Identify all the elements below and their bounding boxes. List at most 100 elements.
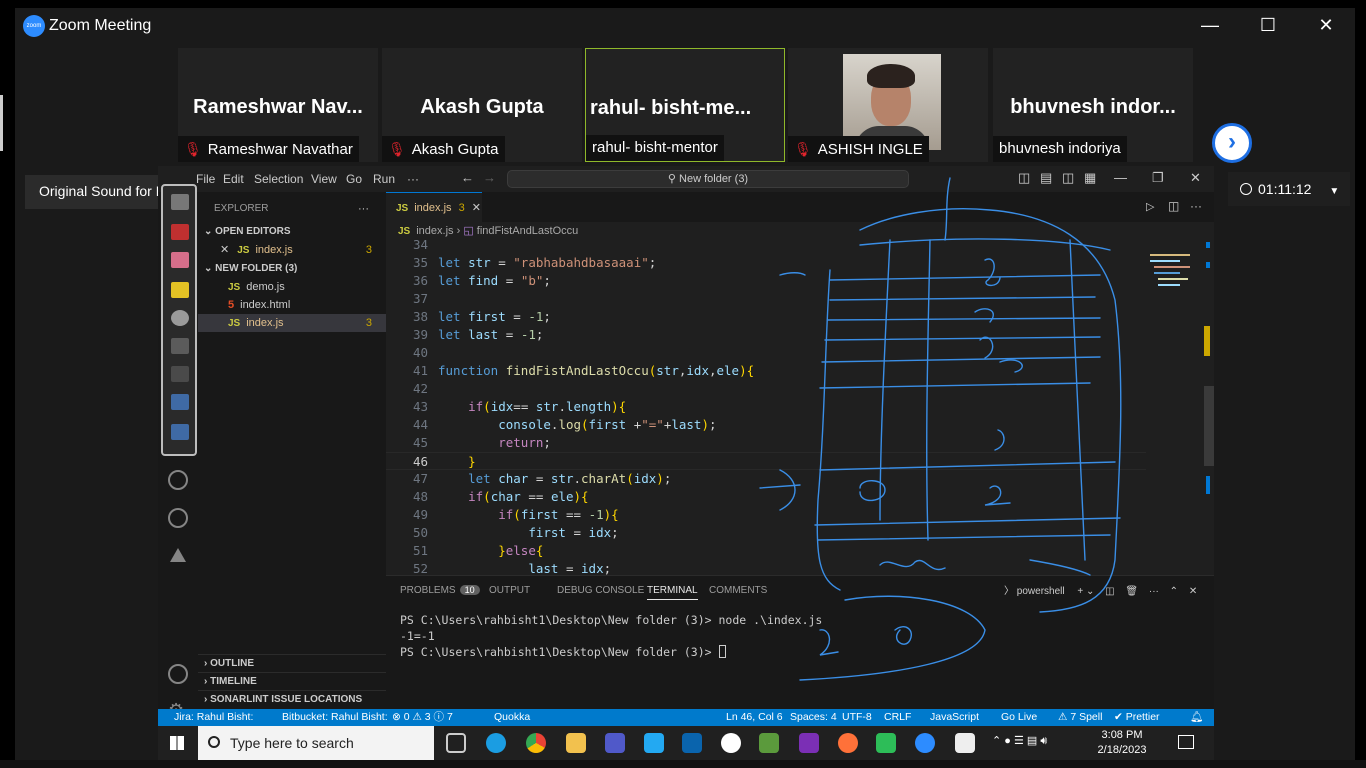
- toggle-secondary-sidebar-icon[interactable]: ◫: [1062, 170, 1074, 186]
- code-line[interactable]: 34: [386, 240, 1146, 254]
- git-graph-icon[interactable]: [168, 508, 188, 528]
- outline-section[interactable]: › OUTLINE: [198, 654, 386, 672]
- status-indentation[interactable]: Spaces: 4: [790, 709, 837, 726]
- maximize-panel-icon[interactable]: ⌃: [1170, 586, 1178, 597]
- status-quokka[interactable]: Quokka: [494, 709, 530, 726]
- code-line[interactable]: 46 }: [386, 452, 1146, 470]
- sublime-icon[interactable]: [876, 733, 896, 753]
- status-jira[interactable]: Jira: Rahul Bisht:: [174, 709, 253, 726]
- participant-tile[interactable]: bhuvnesh indor... bhuvnesh indoriya: [993, 48, 1193, 162]
- chrome-browser-icon[interactable]: [526, 733, 546, 753]
- code-line[interactable]: 42: [386, 380, 1146, 398]
- notifications-bell-icon[interactable]: 🔔︎: [1190, 709, 1203, 726]
- system-tray-icons[interactable]: ⌃ ● ☰ ▤ 🔊︎: [992, 734, 1047, 748]
- vscode-minimize-button[interactable]: —: [1114, 170, 1127, 185]
- code-line[interactable]: 45 return;: [386, 434, 1146, 452]
- editor-more-icon[interactable]: ···: [1190, 199, 1202, 213]
- participant-tile[interactable]: Akash Gupta 🎙︎ Akash Gupta: [382, 48, 582, 162]
- status-language[interactable]: JavaScript: [930, 709, 979, 726]
- teams-icon[interactable]: [605, 733, 625, 753]
- code-line[interactable]: 37: [386, 290, 1146, 308]
- status-go-live[interactable]: Go Live: [1001, 709, 1037, 726]
- breadcrumb-file[interactable]: index.js: [416, 225, 453, 237]
- pointer-icon[interactable]: [171, 310, 189, 326]
- tab-terminal[interactable]: TERMINAL: [647, 585, 698, 600]
- status-spell[interactable]: ⚠ 7 Spell: [1058, 709, 1102, 726]
- red-pen-icon[interactable]: [171, 224, 189, 240]
- vscode-taskbar-icon[interactable]: [644, 733, 664, 753]
- file-item[interactable]: 5 index.html: [198, 296, 386, 314]
- breadcrumb-symbol[interactable]: findFistAndLastOccu: [477, 225, 579, 237]
- menu-file[interactable]: File: [196, 172, 215, 186]
- timeline-section[interactable]: › TIMELINE: [198, 672, 386, 690]
- open-editors-header[interactable]: ⌄ OPEN EDITORS: [198, 223, 386, 241]
- menu-run[interactable]: Run: [373, 172, 395, 186]
- code-line[interactable]: 41 function findFistAndLastOccu(str,idx,e…: [386, 362, 1146, 380]
- eraser-icon[interactable]: [171, 252, 189, 268]
- firefox-icon[interactable]: [838, 733, 858, 753]
- editor-scrollbar[interactable]: [1202, 240, 1214, 570]
- status-prettier[interactable]: ✔ Prettier: [1114, 709, 1160, 726]
- tab-debug-console[interactable]: DEBUG CONSOLE: [557, 585, 644, 596]
- toggle-sidebar-icon[interactable]: ◫: [1018, 170, 1030, 186]
- code-line[interactable]: 40: [386, 344, 1146, 362]
- code-line[interactable]: 44 console.log(first +"="+last);: [386, 416, 1146, 434]
- menu-go[interactable]: Go: [346, 172, 362, 186]
- menu-selection[interactable]: Selection: [254, 172, 303, 186]
- panel-more-icon[interactable]: ···: [1149, 586, 1159, 597]
- file-item[interactable]: JS demo.js: [198, 278, 386, 296]
- meeting-timer[interactable]: 01:11:12 ▼: [1228, 172, 1350, 206]
- code-area[interactable]: 34 35 let str = "rabhabahdbasaaai"; 36 let f…: [386, 240, 1146, 575]
- status-cursor-position[interactable]: Ln 46, Col 6: [726, 709, 783, 726]
- deploy-triangle-icon[interactable]: [170, 548, 186, 562]
- menu-more[interactable]: ···: [407, 172, 419, 186]
- command-center-search[interactable]: ⚲ New folder (3): [507, 170, 909, 188]
- minimize-button[interactable]: —: [1181, 8, 1239, 44]
- tab-index-js[interactable]: JS index.js 3 ✕: [386, 192, 482, 222]
- vscode-close-button[interactable]: ✕: [1190, 170, 1201, 186]
- menu-view[interactable]: View: [311, 172, 337, 186]
- new-terminal-icon[interactable]: +: [1077, 586, 1083, 597]
- kill-terminal-icon[interactable]: 🗑︎: [1125, 586, 1138, 597]
- notification-center-icon[interactable]: [1178, 735, 1194, 749]
- close-panel-icon[interactable]: ✕: [1189, 586, 1197, 597]
- participant-tile-active-speaker[interactable]: rahul- bisht-me... rahul- bisht-mentor: [585, 48, 785, 162]
- status-bitbucket[interactable]: Bitbucket: Rahul Bisht:: [282, 709, 388, 726]
- folder-header[interactable]: ⌄ NEW FOLDER (3): [198, 260, 386, 278]
- whiteboard-icon[interactable]: [171, 424, 189, 440]
- toggle-panel-icon[interactable]: ▤: [1040, 170, 1052, 186]
- next-page-arrow-icon[interactable]: ›: [1212, 123, 1252, 163]
- explorer-more-icon[interactable]: ···: [358, 200, 378, 218]
- start-windows-icon[interactable]: [170, 736, 184, 750]
- ruler-icon[interactable]: [171, 366, 189, 382]
- outlook-icon[interactable]: [682, 733, 702, 753]
- lasso-icon[interactable]: [171, 338, 189, 354]
- participant-tile[interactable]: Rameshwar Nav... 🎙︎ Rameshwar Navathar: [178, 48, 378, 162]
- screen-capture-icon[interactable]: [171, 394, 189, 410]
- code-line[interactable]: 36 let find = "b";: [386, 272, 1146, 290]
- run-icon[interactable]: ▷: [1146, 200, 1154, 213]
- tab-problems[interactable]: PROBLEMS 10: [400, 585, 480, 596]
- forward-arrow-icon[interactable]: →: [483, 170, 496, 185]
- edge-browser-icon[interactable]: [486, 733, 506, 753]
- minimap[interactable]: [1150, 242, 1200, 322]
- status-eol[interactable]: CRLF: [884, 709, 911, 726]
- code-line[interactable]: 39 let last = -1;: [386, 326, 1146, 344]
- tab-comments[interactable]: COMMENTS: [709, 585, 767, 596]
- sonarlint-section[interactable]: › SONARLINT ISSUE LOCATIONS: [198, 690, 386, 708]
- close-icon[interactable]: ✕: [220, 244, 229, 256]
- close-tab-icon[interactable]: ✕: [472, 202, 481, 214]
- taskbar-clock[interactable]: 3:08 PM 2/18/2023: [1090, 728, 1154, 758]
- code-line[interactable]: 50 first = idx;: [386, 524, 1146, 542]
- intellij-icon[interactable]: [799, 733, 819, 753]
- task-view-icon[interactable]: [446, 733, 466, 753]
- highlighter-icon[interactable]: [171, 282, 189, 298]
- customize-layout-icon[interactable]: ▦: [1084, 170, 1096, 186]
- open-editor-item[interactable]: ✕ JS index.js 3: [198, 241, 386, 259]
- zoom-taskbar-icon[interactable]: [915, 733, 935, 753]
- whiteboard-app-icon[interactable]: [955, 733, 975, 753]
- terminal-shell-label[interactable]: powershell: [1017, 586, 1065, 597]
- code-line[interactable]: 47 let char = str.charAt(idx);: [386, 470, 1146, 488]
- code-line[interactable]: 52 last = idx;: [386, 560, 1146, 575]
- source-control-icon[interactable]: [168, 470, 188, 490]
